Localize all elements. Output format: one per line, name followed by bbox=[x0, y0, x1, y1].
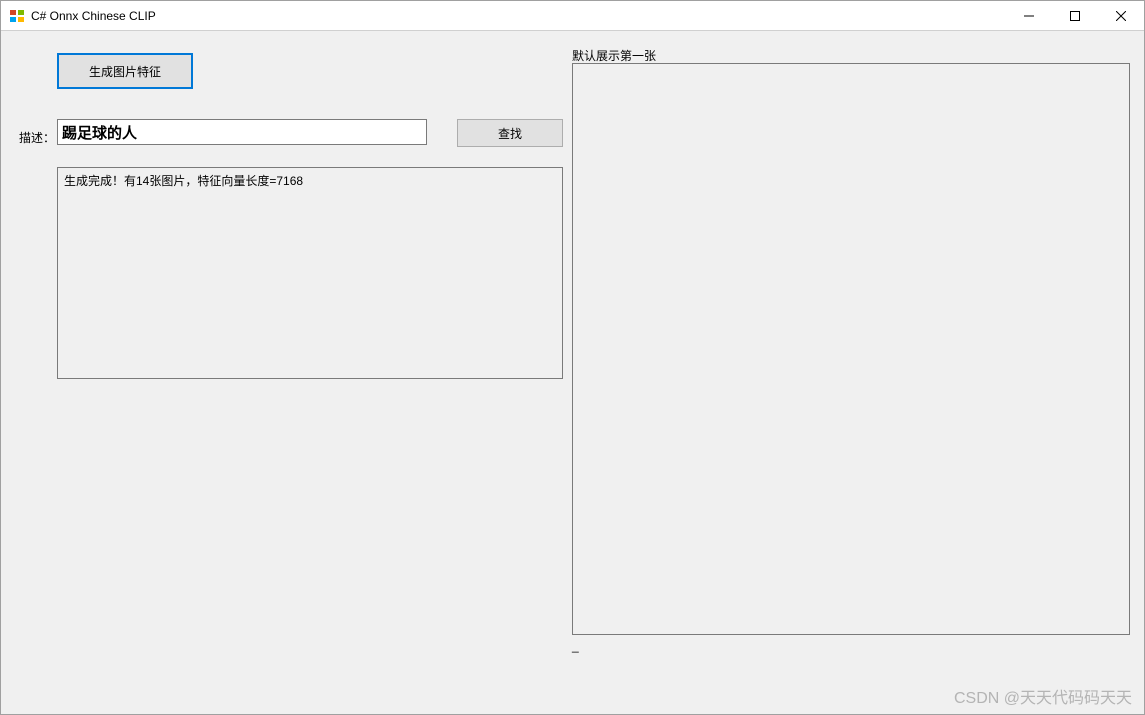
preview-dash: _ bbox=[572, 639, 579, 653]
client-area: 生成图片特征 描述： 查找 生成完成！有14张图片，特征向量长度=7168 默认… bbox=[1, 31, 1144, 714]
description-input[interactable] bbox=[57, 119, 427, 145]
search-button[interactable]: 查找 bbox=[457, 119, 563, 147]
minimize-button[interactable] bbox=[1006, 1, 1052, 31]
titlebar[interactable]: C# Onnx Chinese CLIP bbox=[1, 1, 1144, 31]
generate-features-button[interactable]: 生成图片特征 bbox=[57, 53, 193, 89]
window-title: C# Onnx Chinese CLIP bbox=[31, 9, 156, 23]
image-preview-box bbox=[572, 63, 1130, 635]
preview-label: 默认展示第一张 bbox=[572, 47, 656, 64]
maximize-button[interactable] bbox=[1052, 1, 1098, 31]
app-window: C# Onnx Chinese CLIP 生成图片特征 描述： 查找 生成完成！… bbox=[0, 0, 1145, 715]
watermark: CSDN @天天代码码天天 bbox=[954, 684, 1132, 708]
app-icon bbox=[9, 8, 25, 24]
log-textbox[interactable]: 生成完成！有14张图片，特征向量长度=7168 bbox=[57, 167, 563, 379]
close-button[interactable] bbox=[1098, 1, 1144, 31]
log-line: 生成完成！有14张图片，特征向量长度=7168 bbox=[64, 174, 303, 188]
window-controls bbox=[1006, 1, 1144, 31]
description-label: 描述： bbox=[19, 129, 55, 146]
